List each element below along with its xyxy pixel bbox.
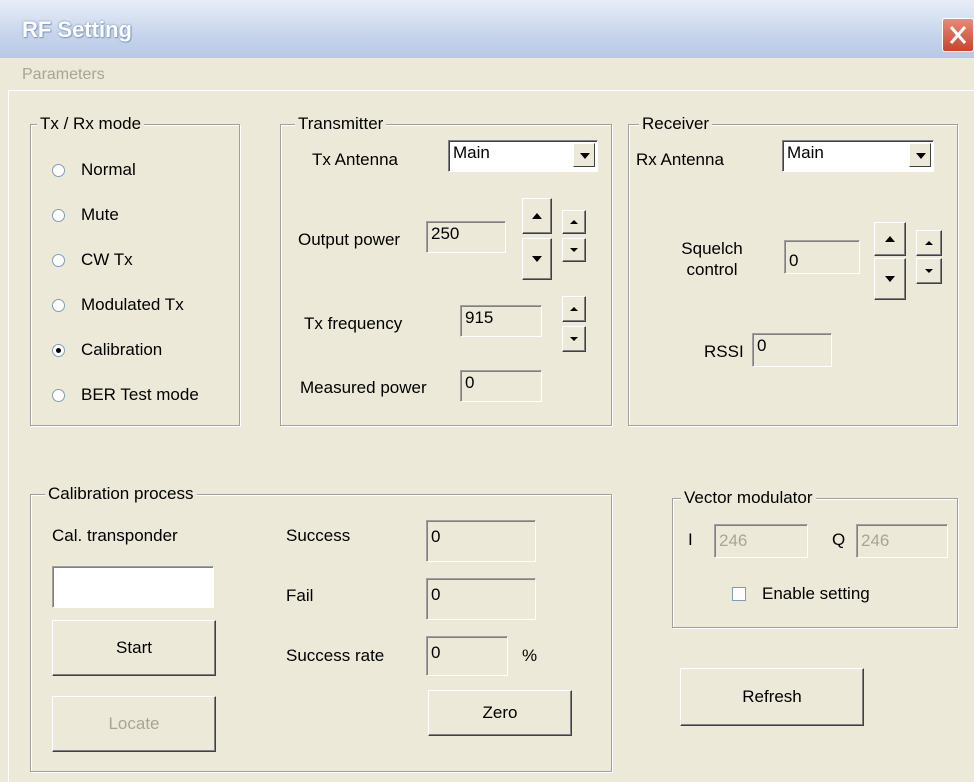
tx-frequency-label: Tx frequency xyxy=(304,314,403,333)
rx-antenna-select[interactable]: Main xyxy=(782,140,934,172)
group-legend: Calibration process xyxy=(45,484,197,504)
chevron-down-icon[interactable] xyxy=(909,143,931,167)
enable-setting-checkbox[interactable] xyxy=(732,587,746,601)
chevron-down-icon[interactable] xyxy=(573,143,595,167)
squelch-label: Squelch control xyxy=(681,239,743,279)
q-field: 246 xyxy=(856,524,948,558)
tx-frequency-down-button[interactable] xyxy=(562,326,586,352)
rssi-label: RSSI xyxy=(704,342,744,361)
output-power-up-button[interactable] xyxy=(522,198,552,234)
radio-button[interactable] xyxy=(52,253,65,267)
menu-item-parameters[interactable]: Parameters xyxy=(22,66,105,84)
start-button[interactable]: Start xyxy=(52,620,216,676)
radio-button[interactable] xyxy=(52,388,65,402)
success-label: Success xyxy=(286,526,351,545)
squelch-down-button[interactable] xyxy=(874,258,906,300)
radio-calibration[interactable]: Calibration xyxy=(52,340,162,360)
output-power-fine-up-button[interactable] xyxy=(562,210,586,234)
rx-antenna-label: Rx Antenna xyxy=(636,150,724,169)
radio-mute[interactable]: Mute xyxy=(52,205,119,225)
q-label: Q xyxy=(832,530,846,549)
squelch-fine-up-button[interactable] xyxy=(916,230,942,256)
title-bar xyxy=(0,0,974,58)
group-legend: Transmitter xyxy=(295,114,387,134)
rssi-field: 0 xyxy=(752,333,832,367)
locate-button: Locate xyxy=(52,696,216,752)
tx-frequency-up-button[interactable] xyxy=(562,296,586,322)
tx-frequency-field[interactable]: 915 xyxy=(460,305,542,337)
group-legend: Tx / Rx mode xyxy=(37,114,145,134)
cal-transponder-input[interactable] xyxy=(52,566,214,608)
select-value: Main xyxy=(787,143,824,162)
group-legend: Vector modulator xyxy=(681,488,816,508)
radio-label: CW Tx xyxy=(81,250,133,269)
close-button[interactable] xyxy=(942,18,974,52)
radio-label: Normal xyxy=(81,160,136,179)
tx-antenna-label: Tx Antenna xyxy=(312,150,399,169)
output-power-fine-down-button[interactable] xyxy=(562,238,586,262)
output-power-down-button[interactable] xyxy=(522,238,552,280)
success-field: 0 xyxy=(426,520,536,562)
radio-normal[interactable]: Normal xyxy=(52,160,136,180)
refresh-button[interactable]: Refresh xyxy=(680,668,864,726)
window-title: RF Setting xyxy=(22,17,132,42)
i-field: 246 xyxy=(714,524,808,558)
cal-transponder-label: Cal. transponder xyxy=(52,526,178,545)
select-value: Main xyxy=(453,143,490,162)
vector-modulator-group: Vector modulator xyxy=(672,488,958,628)
radio-button[interactable] xyxy=(52,163,65,177)
radio-modulated-tx[interactable]: Modulated Tx xyxy=(52,295,184,315)
radio-button[interactable] xyxy=(52,343,65,357)
success-rate-label: Success rate xyxy=(286,646,385,665)
enable-setting-label: Enable setting xyxy=(762,584,870,603)
squelch-fine-down-button[interactable] xyxy=(916,258,942,284)
measured-power-field: 0 xyxy=(460,370,542,402)
i-label: I xyxy=(688,530,693,549)
radio-button[interactable] xyxy=(52,208,65,222)
measured-power-label: Measured power xyxy=(300,378,427,397)
group-legend: Receiver xyxy=(639,114,713,134)
squelch-field[interactable]: 0 xyxy=(784,240,860,274)
success-rate-field: 0 xyxy=(426,636,508,676)
radio-label: Mute xyxy=(81,205,119,224)
close-icon xyxy=(949,26,967,44)
radio-label: Calibration xyxy=(81,340,163,359)
menu-bar xyxy=(0,58,974,90)
percent-unit-label: % xyxy=(522,646,538,665)
radio-label: Modulated Tx xyxy=(81,295,184,314)
output-power-label: Output power xyxy=(298,230,401,249)
radio-label: BER Test mode xyxy=(81,385,199,404)
radio-cw-tx[interactable]: CW Tx xyxy=(52,250,133,270)
radio-button[interactable] xyxy=(52,298,65,312)
squelch-up-button[interactable] xyxy=(874,222,906,256)
output-power-field[interactable]: 250 xyxy=(426,221,506,253)
zero-button[interactable]: Zero xyxy=(428,690,572,736)
radio-ber-test-mode[interactable]: BER Test mode xyxy=(52,385,199,405)
fail-label: Fail xyxy=(286,586,314,605)
tx-antenna-select[interactable]: Main xyxy=(448,140,598,172)
fail-field: 0 xyxy=(426,578,536,620)
